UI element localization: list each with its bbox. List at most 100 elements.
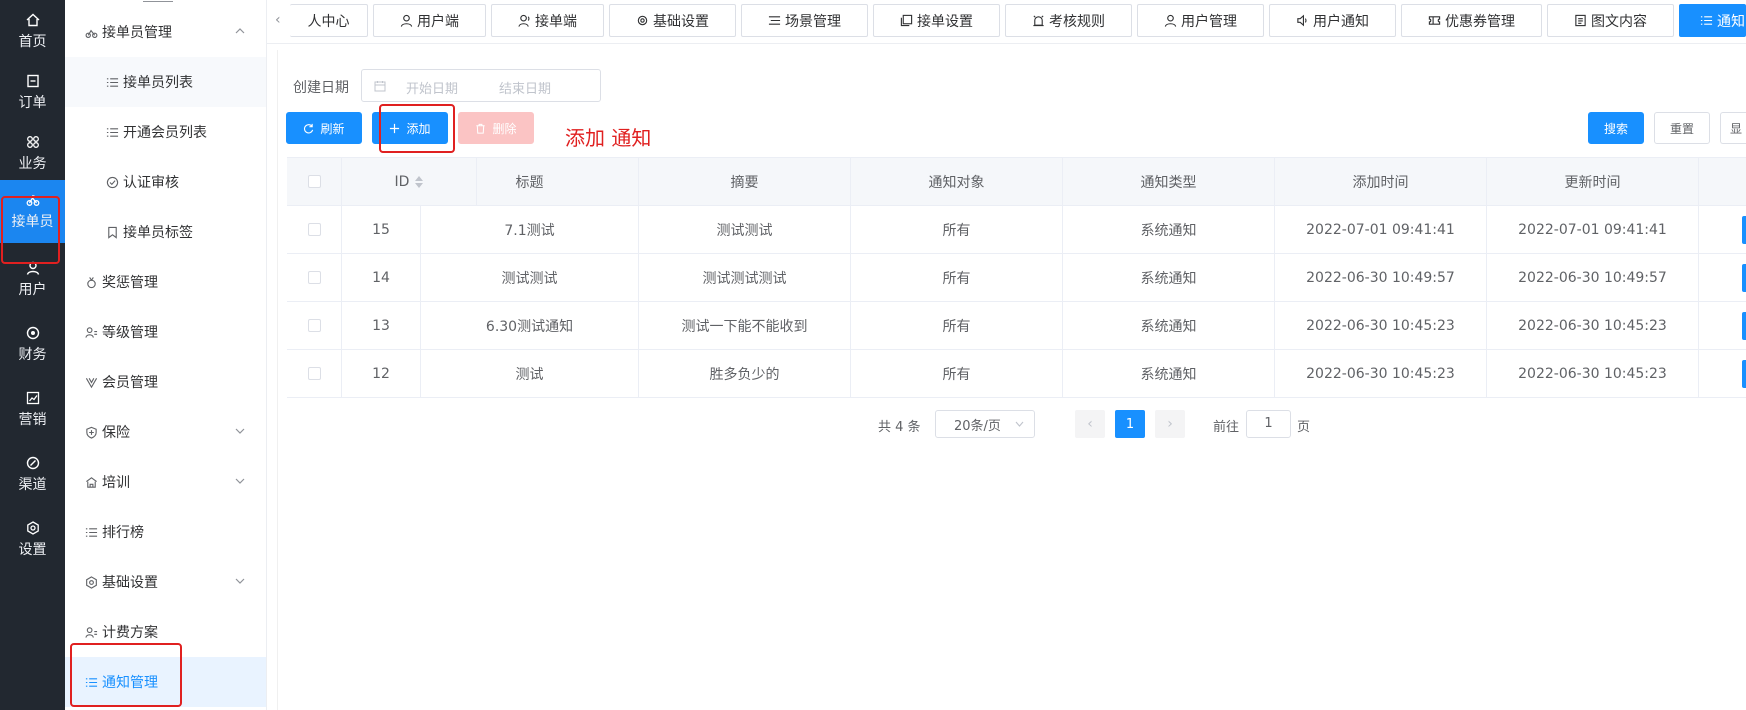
sidebar-item-basic-settings[interactable]: 基础设置 <box>65 557 266 607</box>
cell-title: 7.1测试 <box>421 206 639 253</box>
show-button[interactable]: 显 <box>1720 112 1746 144</box>
table-row[interactable]: 13 6.30测试通知 测试一下能不能收到 所有 系统通知 2022-06-30… <box>287 302 1746 350</box>
shield-icon <box>86 426 97 439</box>
sidebar-item-members[interactable]: 会员管理 <box>65 357 266 407</box>
row-select-cell[interactable] <box>287 206 342 253</box>
row-action-button[interactable] <box>1742 216 1746 244</box>
next-page-button[interactable]: › <box>1155 410 1185 438</box>
sidebar-item-levels[interactable]: 等级管理 <box>65 307 266 357</box>
list-icon <box>106 77 119 87</box>
row-action-button[interactable] <box>1742 264 1746 292</box>
rail-item-finance[interactable]: 财务 <box>0 313 65 376</box>
tab-content[interactable]: 图文内容 <box>1547 4 1674 37</box>
search-button[interactable]: 搜索 <box>1588 112 1644 144</box>
refresh-button[interactable]: 刷新 <box>286 112 362 144</box>
column-header-label: 摘要 <box>730 174 759 191</box>
table-row[interactable]: 15 7.1测试 测试测试 所有 系统通知 2022-07-01 09:41:4… <box>287 206 1746 254</box>
tab-scroll-left-icon[interactable]: ‹ <box>275 12 285 28</box>
row-select-cell[interactable] <box>287 254 342 301</box>
sidebar-item-ranking[interactable]: 排行榜 <box>65 507 266 557</box>
sidebar-item-notifications[interactable]: 通知管理 <box>65 657 266 707</box>
row-checkbox[interactable] <box>307 319 321 332</box>
page-number: 1 <box>1125 416 1135 432</box>
page-size-select[interactable]: 20条/页 <box>935 410 1035 438</box>
row-checkbox[interactable] <box>307 271 321 284</box>
date-range-picker[interactable]: 开始日期 结束日期 <box>361 69 601 102</box>
row-action-button[interactable] <box>1742 360 1746 388</box>
cell-summary: 测试测试测试 <box>639 254 851 301</box>
rider-icon <box>26 194 39 206</box>
row-action-button[interactable] <box>1742 312 1746 340</box>
goto-label: 前往 <box>1213 420 1240 435</box>
row-checkbox[interactable] <box>307 367 321 380</box>
cell-updated: 2022-06-30 10:45:23 <box>1487 350 1699 397</box>
rail-item-users[interactable]: 用户 <box>0 248 65 311</box>
main-nav-rail: 首页 订单 业务 接单员 用户 财务 营销 渠道 设置 <box>0 0 65 710</box>
tab-label: 接单设置 <box>917 13 973 30</box>
delete-button[interactable]: 删除 <box>458 112 534 144</box>
tab-coupon-management[interactable]: 优惠券管理 <box>1401 4 1542 37</box>
table-row[interactable]: 12 测试 胜多负少的 所有 系统通知 2022-06-30 10:45:23 … <box>287 350 1746 398</box>
column-header-target: 通知对象 <box>851 158 1063 205</box>
rail-item-business[interactable]: 业务 <box>0 122 65 185</box>
user-icon <box>400 14 413 27</box>
sidebar-item-billing-plan[interactable]: 计费方案 <box>65 607 266 657</box>
row-checkbox[interactable] <box>307 223 321 236</box>
row-select-cell[interactable] <box>287 350 342 397</box>
cell-created: 2022-06-30 10:45:23 <box>1275 350 1487 397</box>
training-icon <box>86 476 97 488</box>
sidebar-item-label: 等级管理 <box>102 325 158 341</box>
goto-page-input[interactable]: 1 <box>1246 410 1291 438</box>
cell-id: 15 <box>342 206 421 253</box>
select-all-cell[interactable] <box>287 158 342 205</box>
sidebar-item-label: 开通会员列表 <box>123 125 207 141</box>
rail-item-riders[interactable]: 接单员 <box>0 180 65 243</box>
sidebar-item-rider-tags[interactable]: 接单员标签 <box>65 207 266 257</box>
rail-item-marketing[interactable]: 营销 <box>0 378 65 441</box>
tab-order-settings[interactable]: 接单设置 <box>873 4 1000 37</box>
prev-page-button[interactable]: ‹ <box>1075 410 1105 438</box>
tab-rider-client[interactable]: 接单端 <box>491 4 604 37</box>
check-circle-icon <box>106 176 119 188</box>
rail-label: 用户 <box>18 281 47 298</box>
end-date-input[interactable]: 结束日期 <box>499 78 551 97</box>
tab-label: 用户管理 <box>1181 13 1237 30</box>
select-all-checkbox[interactable] <box>307 175 321 188</box>
rail-item-orders[interactable]: 订单 <box>0 61 65 124</box>
cell-type: 系统通知 <box>1063 350 1275 397</box>
sidebar-item-verification[interactable]: 认证审核 <box>65 157 266 207</box>
sidebar-item-rewards[interactable]: 奖惩管理 <box>65 257 266 307</box>
rail-item-settings[interactable]: 设置 <box>0 508 65 571</box>
rail-item-home[interactable]: 首页 <box>0 0 65 63</box>
sidebar-item-insurance[interactable]: 保险 <box>65 407 266 457</box>
tab-label: 基础设置 <box>653 13 709 30</box>
tab-basic-settings[interactable]: 基础设置 <box>609 4 736 37</box>
add-button[interactable]: 添加 <box>372 112 448 144</box>
sidebar-item-rider-management[interactable]: 接单员管理 <box>65 7 266 57</box>
column-header-title: 标题 <box>421 158 639 205</box>
settings-icon <box>86 575 97 589</box>
table-row[interactable]: 14 测试测试 测试测试测试 所有 系统通知 2022-06-30 10:49:… <box>287 254 1746 302</box>
sidebar-item-member-list[interactable]: 开通会员列表 <box>65 107 266 157</box>
tab-assessment-rules[interactable]: 考核规则 <box>1005 4 1132 37</box>
column-header-label: 更新时间 <box>1564 174 1621 191</box>
tab-user-client[interactable]: 用户端 <box>373 4 486 37</box>
speaker-icon <box>1297 14 1307 27</box>
tab-scene-management[interactable]: 场景管理 <box>741 4 868 37</box>
start-date-input[interactable]: 开始日期 <box>406 78 458 97</box>
sidebar-item-label: 通知管理 <box>102 675 158 691</box>
rail-item-channels[interactable]: 渠道 <box>0 443 65 506</box>
sidebar-item-rider-list[interactable]: 接单员列表 <box>65 57 266 107</box>
chevron-down-icon <box>235 428 245 434</box>
sidebar-item-training[interactable]: 培训 <box>65 457 266 507</box>
tab-notifications[interactable]: 通知 <box>1679 4 1746 37</box>
tab-user-notifications[interactable]: 用户通知 <box>1269 4 1396 37</box>
tab-user-management[interactable]: 用户管理 <box>1137 4 1264 37</box>
reset-button[interactable]: 重置 <box>1654 112 1710 144</box>
tab-personal-center[interactable]: 人中心 <box>290 4 368 37</box>
page-number-button[interactable]: 1 <box>1115 410 1145 438</box>
row-select-cell[interactable] <box>287 302 342 349</box>
cell-created: 2022-06-30 10:45:23 <box>1275 302 1487 349</box>
list-icon <box>106 127 119 137</box>
gear-icon <box>637 15 648 26</box>
